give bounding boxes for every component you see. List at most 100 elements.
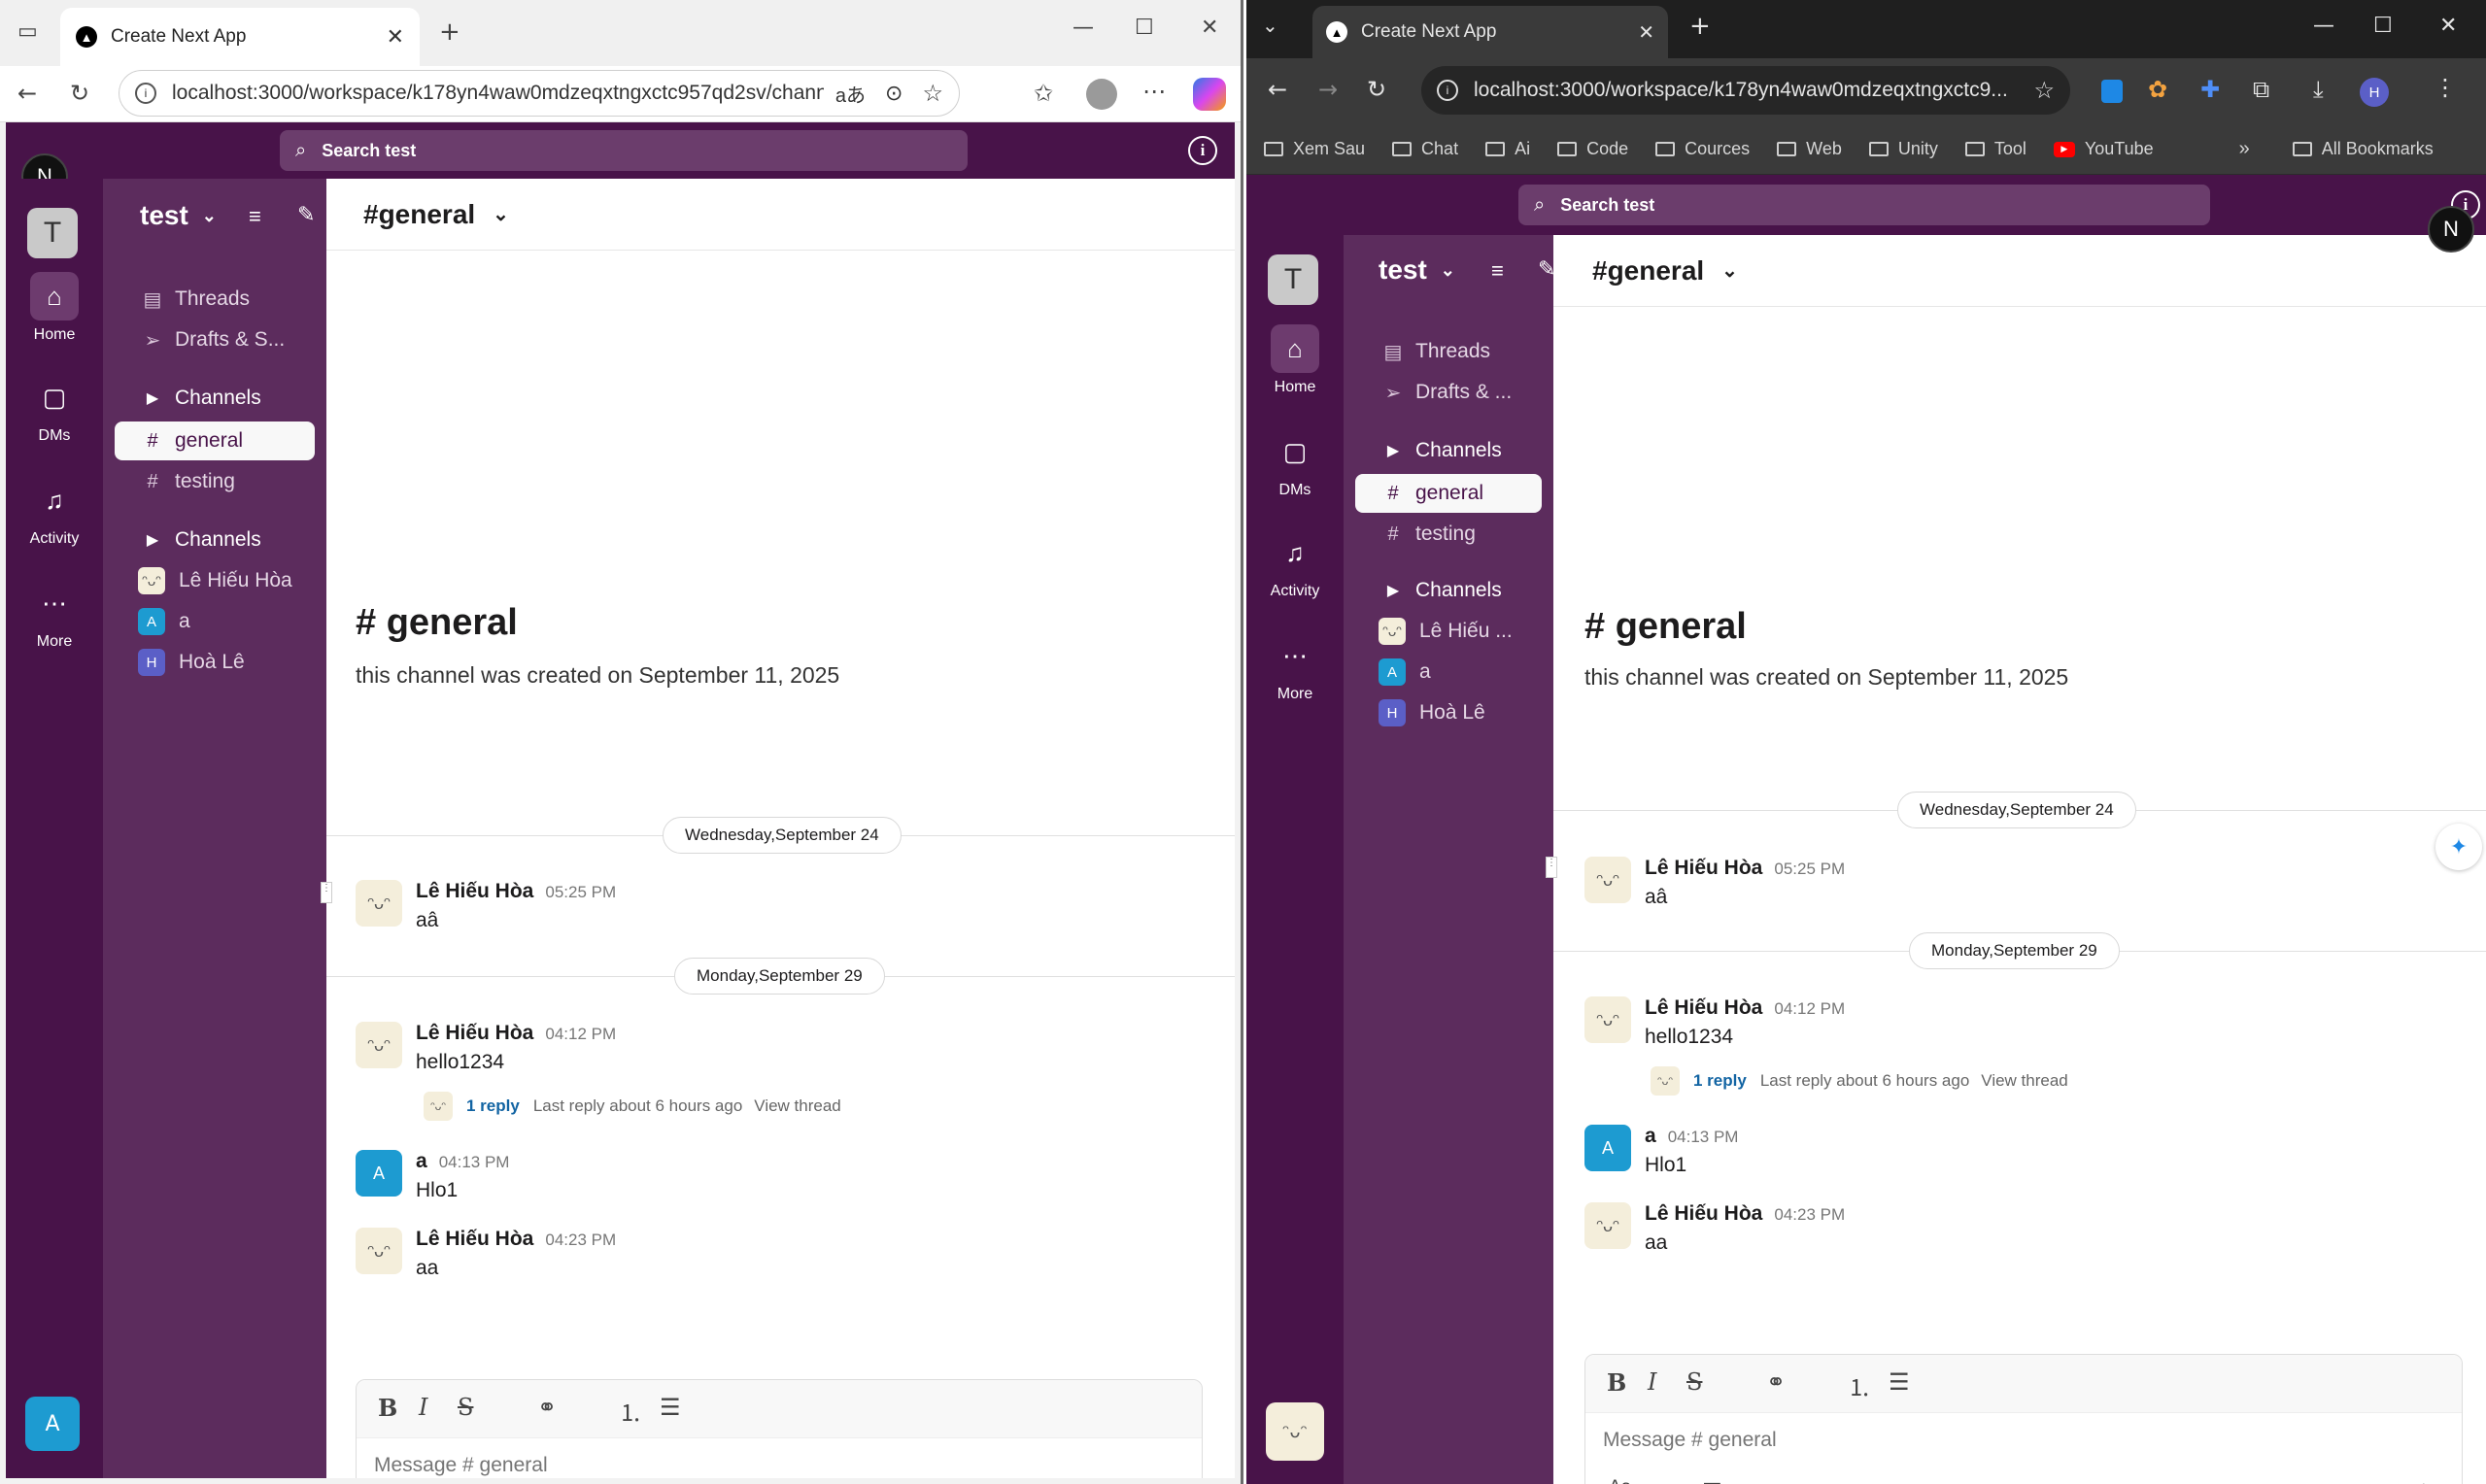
strikethrough-icon[interactable]: S <box>458 1394 473 1421</box>
rail-activity[interactable]: ♫ Activity <box>1246 528 1344 600</box>
workspace-name-button[interactable]: test ⌄ <box>1379 254 1455 286</box>
info-icon[interactable]: i <box>1188 136 1217 165</box>
more-tools-icon[interactable]: ⊙ <box>885 81 902 106</box>
bold-icon[interactable]: B <box>1607 1368 1626 1397</box>
back-icon[interactable]: ← <box>1268 78 1287 101</box>
strikethrough-icon[interactable]: S <box>1686 1368 1702 1396</box>
settings-more-icon[interactable]: ⋯ <box>1142 80 1166 103</box>
rail-dms[interactable]: ▢ DMs <box>1246 427 1344 499</box>
sidebar-dm-a[interactable]: Aa <box>1355 653 1542 691</box>
message-item[interactable]: ᵔᴗᵔ Lê Hiếu Hòa 04:12 PM hello1234 <box>1584 996 1845 1049</box>
sidebar-drafts[interactable]: ➢ Drafts & S... <box>115 320 315 359</box>
message-item[interactable]: A a 04:13 PM Hlo1 <box>1584 1125 1738 1177</box>
message-item[interactable]: ᵔᴗᵔ Lê Hiếu Hòa 05:25 PM aâ <box>1584 857 1845 909</box>
reload-icon[interactable]: ↻ <box>1367 78 1386 101</box>
channels-section-toggle[interactable]: ▶ Channels <box>115 379 315 418</box>
forward-icon[interactable]: → <box>1318 78 1338 101</box>
rail-more[interactable]: ⋯ More <box>1246 631 1344 703</box>
message-author[interactable]: Lê Hiếu Hòa <box>416 880 533 902</box>
new-tab-icon[interactable]: + <box>439 19 460 45</box>
message-author[interactable]: Lê Hiếu Hòa <box>1645 857 1762 879</box>
close-tab-icon[interactable]: ✕ <box>387 24 404 50</box>
bookmark-folder[interactable]: Tool <box>1964 139 2026 159</box>
message-input[interactable] <box>1603 1429 2089 1452</box>
view-thread-link[interactable]: View thread <box>754 1096 840 1116</box>
dm-section-toggle[interactable]: ▶ Channels <box>115 521 315 559</box>
message-author[interactable]: a <box>416 1150 427 1172</box>
bookmark-folder[interactable]: Unity <box>1868 139 1938 159</box>
bookmark-star-icon[interactable]: ☆ <box>2033 77 2055 105</box>
download-icon[interactable]: ⤓ <box>2313 78 2324 101</box>
dm-section-toggle[interactable]: ▶ Channels <box>1355 571 1542 610</box>
site-info-icon[interactable]: i <box>1437 80 1458 101</box>
filter-icon[interactable]: ≡ <box>1491 258 1504 284</box>
profile-icon[interactable] <box>1086 79 1117 110</box>
bookmark-youtube[interactable]: ▶ YouTube <box>2053 139 2154 159</box>
bookmark-folder[interactable]: Cources <box>1655 139 1750 159</box>
profile-avatar[interactable]: H <box>2360 78 2389 107</box>
compose-icon[interactable]: ✎ <box>297 202 315 227</box>
link-icon[interactable]: ⚭ <box>1766 1368 1786 1396</box>
tab-search-icon[interactable]: ⌄ <box>1262 16 1278 35</box>
ordered-list-icon[interactable]: ⒈ <box>1848 1368 1871 1402</box>
sidebar-channel-general[interactable]: # general <box>115 422 315 460</box>
reply-count[interactable]: 1 reply <box>466 1096 520 1116</box>
sidebar-drafts[interactable]: ➢ Drafts & ... <box>1355 373 1542 412</box>
message-author[interactable]: Lê Hiếu Hòa <box>416 1022 533 1044</box>
search-bar[interactable]: ⌕ Search test <box>1518 185 2210 225</box>
sidebar-channel-general[interactable]: # general <box>1355 474 1542 513</box>
message-author[interactable]: a <box>1645 1125 1656 1147</box>
sidebar-dm-le-hieu-hoa[interactable]: ᵔᴗᵔ Lê Hiếu Hòa <box>115 561 315 600</box>
sidebar-threads[interactable]: ▤ Threads <box>1355 332 1542 371</box>
sidebar-channel-testing[interactable]: # testing <box>115 462 315 501</box>
browser-tab[interactable]: ▲ Create Next App ✕ <box>1312 6 1668 58</box>
link-icon[interactable]: ⚭ <box>537 1394 557 1421</box>
extension-puzzle-blue-icon[interactable]: ✚ <box>2200 78 2220 101</box>
user-avatar-emoji-icon[interactable]: ᵔᴗᵔ <box>1266 1402 1324 1461</box>
rail-home[interactable]: ⌂ Home <box>6 272 103 344</box>
sparkle-extension-icon[interactable]: ✦ <box>2435 824 2482 870</box>
resize-handle-icon[interactable]: ⋮ <box>1546 857 1557 878</box>
address-bar[interactable]: i localhost:3000/workspace/k178yn4waw0md… <box>1421 66 2070 115</box>
channels-section-toggle[interactable]: ▶ Channels <box>1355 431 1542 470</box>
filter-icon[interactable]: ≡ <box>249 204 261 229</box>
browser-tab[interactable]: ▲ Create Next App ✕ <box>60 8 420 66</box>
bookmark-folder[interactable]: Code <box>1557 139 1628 159</box>
sidebar-dm-hoa-le[interactable]: H Hoà Lê <box>115 643 315 682</box>
favorite-star-icon[interactable]: ☆ <box>922 80 943 108</box>
back-icon[interactable]: ← <box>17 82 37 105</box>
bullet-list-icon[interactable]: ☰ <box>1889 1368 1910 1396</box>
sidebar-dm-hoa-le[interactable]: H Hoà Lê <box>1355 693 1542 732</box>
bookmark-folder[interactable]: Xem Sau <box>1264 139 1365 159</box>
bullet-list-icon[interactable]: ☰ <box>660 1394 681 1421</box>
rail-more[interactable]: ⋯ More <box>6 579 103 651</box>
bold-icon[interactable]: B <box>378 1394 397 1422</box>
format-text-icon[interactable]: Aa <box>1609 1477 1631 1484</box>
sidebar-dm-le-hieu-hoa[interactable]: ᵔᴗᵔ Lê Hiếu ... <box>1355 612 1542 651</box>
image-icon[interactable]: ▣ <box>1702 1477 1722 1484</box>
rail-home[interactable]: ⌂ Home <box>1246 324 1344 396</box>
message-author[interactable]: Lê Hiếu Hòa <box>1645 996 1762 1019</box>
extension-water-icon[interactable] <box>2101 80 2123 103</box>
maximize-icon[interactable]: ☐ <box>2373 16 2393 37</box>
message-input[interactable] <box>374 1454 860 1477</box>
thread-reply-bar[interactable]: ᵔᴗᵔ 1 reply Last reply about 6 hours ago… <box>1651 1066 2068 1096</box>
channel-header[interactable]: #general ⌄ <box>326 179 1235 251</box>
close-tab-icon[interactable]: ✕ <box>1638 20 1654 45</box>
message-item[interactable]: ᵔᴗᵔ Lê Hiếu Hòa 05:25 PM aâ <box>356 880 616 932</box>
all-bookmarks-folder[interactable]: All Bookmarks <box>2292 139 2434 159</box>
message-item[interactable]: ᵔᴗᵔ Lê Hiếu Hòa 04:12 PM hello1234 <box>356 1022 616 1074</box>
workspace-name-button[interactable]: test ⌄ <box>140 200 217 231</box>
address-bar[interactable]: i localhost:3000/workspace/k178yn4waw0md… <box>119 70 960 117</box>
rail-activity[interactable]: ♫ Activity <box>6 476 103 548</box>
reply-count[interactable]: 1 reply <box>1693 1071 1747 1091</box>
copilot-icon[interactable] <box>1193 78 1226 111</box>
favorites-icon[interactable]: ✩ <box>1034 82 1053 105</box>
view-thread-link[interactable]: View thread <box>1981 1071 2067 1091</box>
channel-header[interactable]: #general ⌄ <box>1553 235 2486 307</box>
site-info-icon[interactable]: i <box>135 83 156 104</box>
bookmark-folder[interactable]: Web <box>1777 139 1842 159</box>
rail-dms[interactable]: ▢ DMs <box>6 373 103 445</box>
message-author[interactable]: Lê Hiếu Hòa <box>1645 1202 1762 1225</box>
message-item[interactable]: ᵔᴗᵔ Lê Hiếu Hòa 04:23 PM aa <box>356 1228 616 1280</box>
